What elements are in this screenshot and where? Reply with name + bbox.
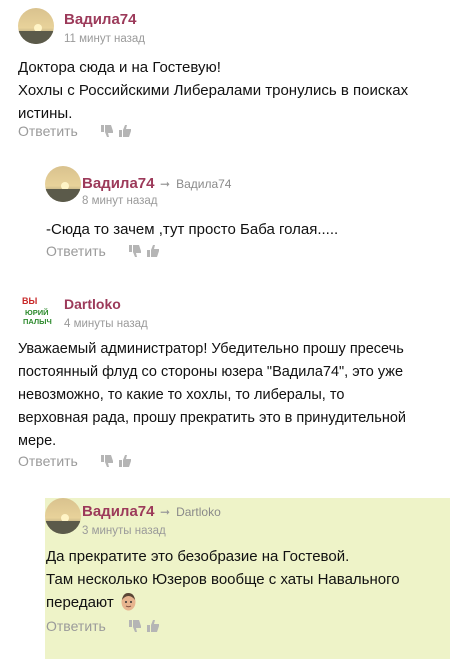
- comment-2: Вадила74 ➞ Вадила74 8 минут назад -Сюда т…: [0, 160, 450, 270]
- comment-time[interactable]: 3 минуты назад: [82, 525, 166, 537]
- avatar-name-2: ПАЛЫЧ: [23, 317, 52, 326]
- reply-arrow-icon: ➞: [160, 505, 171, 519]
- avatar-logo: ВЫ ЮРИЙ ПАЛЫЧ: [18, 294, 54, 330]
- comment-line-with-emoji: передают: [46, 591, 441, 614]
- comment-3: ВЫ ЮРИЙ ПАЛЫЧ Dartloko 4 минуты назад Ув…: [0, 286, 450, 476]
- comment-actions: Ответить: [46, 243, 160, 259]
- thumb-down-icon[interactable]: [128, 244, 142, 258]
- avatar-sunset-image: [45, 166, 81, 202]
- thumb-up-icon[interactable]: [146, 619, 160, 633]
- avatar[interactable]: [45, 166, 81, 202]
- author-name[interactable]: Вадила74: [82, 503, 154, 520]
- reply-to-name: Вадила74: [176, 177, 232, 191]
- author-name[interactable]: Dartloko: [64, 296, 121, 312]
- comment-text: -Сюда то зачем ,тут просто Баба голая...…: [46, 218, 436, 241]
- reply-button[interactable]: Ответить: [18, 453, 78, 469]
- reply-to[interactable]: ➞ Dartloko: [160, 505, 221, 519]
- reply-button[interactable]: Ответить: [46, 618, 106, 634]
- thumb-down-icon[interactable]: [100, 124, 114, 138]
- avatar-sunset-image: [45, 498, 81, 534]
- comment-line: Хохлы с Российскими Либералами тронулись…: [18, 82, 409, 99]
- comment-time[interactable]: 8 минут назад: [82, 195, 157, 207]
- comment-time[interactable]: 4 минуты назад: [64, 318, 148, 330]
- thumb-down-icon[interactable]: [100, 454, 114, 468]
- comment-time[interactable]: 11 минут назад: [64, 33, 145, 45]
- comment-line: мере.: [18, 433, 57, 449]
- reply-button[interactable]: Ответить: [46, 243, 106, 259]
- comment-line: Там несколько Юзеров вообще с хаты Навал…: [46, 571, 400, 588]
- comment-line: постоянный флуд со стороны юзера "Вадила…: [18, 364, 404, 380]
- comment-4: Вадила74 ➞ Dartloko 3 минуты назад Да пре…: [0, 498, 450, 659]
- comment-line: передают: [46, 594, 114, 611]
- reply-to[interactable]: ➞ Вадила74: [160, 177, 231, 191]
- thumb-up-icon[interactable]: [118, 124, 132, 138]
- comment-line: Уважаемый администратор! Убедительно про…: [18, 341, 404, 357]
- comment-text: Уважаемый администратор! Убедительно про…: [18, 338, 446, 453]
- comment-actions: Ответить: [18, 123, 132, 139]
- avatar[interactable]: [45, 498, 81, 534]
- thumb-down-icon[interactable]: [128, 619, 142, 633]
- thumb-up-icon[interactable]: [146, 244, 160, 258]
- thumb-up-icon[interactable]: [118, 454, 132, 468]
- comment-text: Доктора сюда и на Гостевую! Хохлы с Росс…: [18, 56, 438, 125]
- comment-text: Да прекратите это безобразие на Гостевой…: [46, 545, 441, 614]
- avatar-top-text: ВЫ: [22, 296, 37, 306]
- comment-actions: Ответить: [46, 618, 160, 634]
- avatar-sunset-image: [18, 8, 54, 44]
- reply-to-name: Dartloko: [176, 505, 221, 519]
- comment-line: невозможно, то какие то хохлы, то либера…: [18, 387, 345, 403]
- comment-line: Доктора сюда и на Гостевую!: [18, 59, 221, 76]
- comment-line: Да прекратите это безобразие на Гостевой…: [46, 548, 350, 565]
- reply-arrow-icon: ➞: [160, 177, 171, 191]
- comment-line: истины.: [18, 105, 73, 122]
- avatar-name-1: ЮРИЙ: [25, 308, 49, 317]
- avatar[interactable]: ВЫ ЮРИЙ ПАЛЫЧ: [18, 294, 54, 330]
- face-emoji-icon: [121, 593, 136, 611]
- comment-1: Вадила74 11 минут назад Доктора сюда и н…: [0, 0, 450, 150]
- comment-line: верховная рада, прошу прекратить это в п…: [18, 410, 406, 426]
- comment-line: -Сюда то зачем ,тут просто Баба голая...…: [46, 221, 339, 238]
- comment-actions: Ответить: [18, 453, 132, 469]
- reply-button[interactable]: Ответить: [18, 123, 78, 139]
- avatar[interactable]: [18, 8, 54, 44]
- author-name[interactable]: Вадила74: [64, 11, 136, 28]
- author-name[interactable]: Вадила74: [82, 175, 154, 192]
